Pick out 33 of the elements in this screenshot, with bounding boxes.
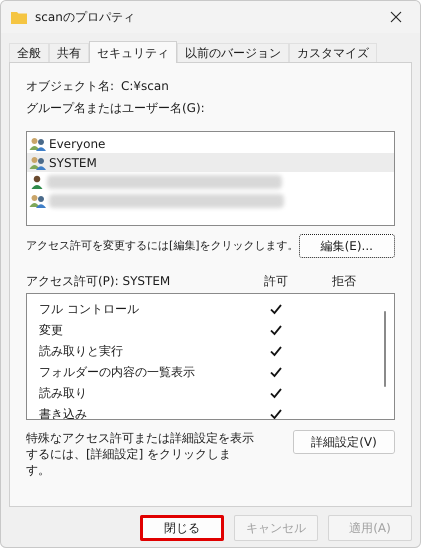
tab[interactable]: 以前のバージョン xyxy=(177,43,289,62)
advanced-button[interactable]: 詳細設定(V) xyxy=(293,430,395,454)
advanced-hint: 特殊なアクセス許可または詳細設定を表示するには、[詳細設定] をクリックします。 xyxy=(26,430,254,478)
folder-icon xyxy=(11,10,27,24)
permission-name: 読み取り xyxy=(39,384,88,402)
user-row[interactable]: Everyone xyxy=(27,134,394,153)
user-row[interactable]: SYSTEM xyxy=(27,153,394,172)
permission-name: 読み取りと実行 xyxy=(39,342,124,360)
object-label: オブジェクト名: xyxy=(26,78,116,95)
person-icon xyxy=(29,174,45,190)
people-icon xyxy=(29,192,47,208)
permission-name: 変更 xyxy=(39,322,64,338)
dialog-button[interactable]: 閉じる xyxy=(140,515,224,541)
users-label: グループ名またはユーザー名(G): xyxy=(26,100,206,117)
edit-button[interactable]: 編集(E)... xyxy=(298,234,395,258)
tab[interactable]: 共有 xyxy=(49,43,89,62)
user-name: SYSTEM xyxy=(49,154,97,172)
allow-header: 許可 xyxy=(264,273,289,290)
permissions-label: アクセス許可(P): SYSTEM xyxy=(26,273,172,290)
permission-name: フル コントロール xyxy=(39,300,140,318)
tab[interactable]: セキュリティ xyxy=(89,41,177,63)
object-value: C:¥scan xyxy=(121,78,169,95)
close-icon xyxy=(390,11,402,23)
people-icon xyxy=(29,136,47,152)
window-title: scanのプロパティ xyxy=(35,9,136,26)
permission-name: フォルダーの内容の一覧表示 xyxy=(39,364,196,380)
tab[interactable]: 全般 xyxy=(9,43,49,62)
edit-hint: アクセス許可を変更するには[編集]をクリックします。 xyxy=(26,238,299,254)
deny-header: 拒否 xyxy=(332,273,356,290)
user-name: Everyone xyxy=(49,136,106,152)
tab[interactable]: カスタマイズ xyxy=(289,43,377,62)
people-icon xyxy=(29,154,47,170)
scrollbar-thumb[interactable] xyxy=(384,311,386,387)
